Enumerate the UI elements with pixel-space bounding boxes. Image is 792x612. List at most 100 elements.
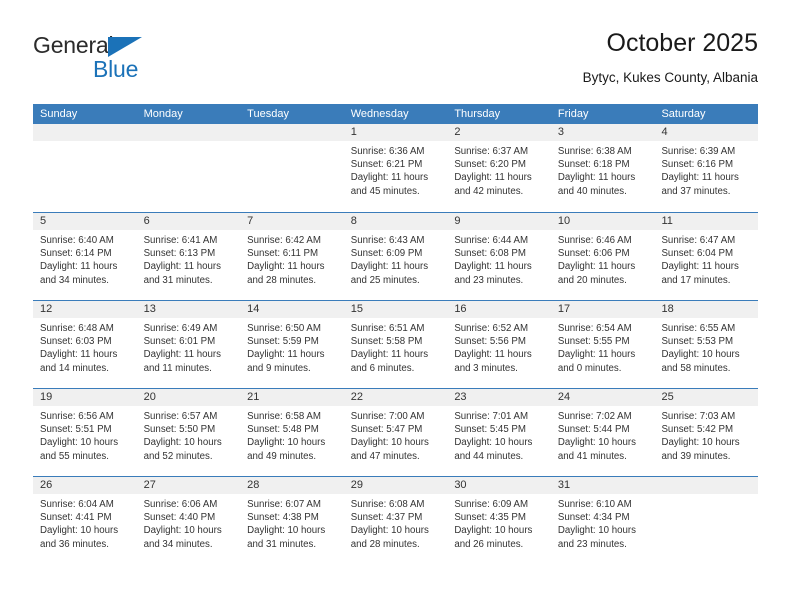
day-cell[interactable]: 22 Sunrise: 7:00 AM Sunset: 5:47 PM Dayl…	[343, 389, 448, 476]
sunrise-text: Sunrise: 6:36 AM	[350, 146, 425, 157]
sunset-text: Sunset: 4:41 PM	[40, 512, 112, 524]
day-number: 18	[654, 301, 759, 318]
day-details: Sunrise: 6:08 AM Sunset: 4:37 PM Dayligh…	[344, 494, 448, 551]
day-cell[interactable]: 26 Sunrise: 6:04 AM Sunset: 4:41 PM Dayl…	[33, 477, 137, 564]
sunset-text: Sunset: 5:59 PM	[247, 336, 319, 348]
daylight-text-line2: and 9 minutes.	[247, 362, 311, 374]
day-cell[interactable]: 5 Sunrise: 6:40 AM Sunset: 6:14 PM Dayli…	[33, 213, 137, 300]
day-details: Sunrise: 6:50 AM Sunset: 5:59 PM Dayligh…	[240, 318, 344, 375]
sunrise-text: Sunrise: 6:08 AM	[350, 499, 425, 510]
day-cell[interactable]: 31 Sunrise: 6:10 AM Sunset: 4:34 PM Dayl…	[550, 477, 655, 564]
daylight-text-line2: and 28 minutes.	[247, 274, 317, 286]
daylight-text-line1: Daylight: 10 hours	[247, 525, 326, 537]
day-details: Sunrise: 6:07 AM Sunset: 4:38 PM Dayligh…	[240, 494, 344, 551]
sunrise-text: Sunrise: 6:58 AM	[247, 411, 321, 422]
day-cell[interactable]: 24 Sunrise: 7:02 AM Sunset: 5:44 PM Dayl…	[550, 389, 655, 476]
day-cell[interactable]: 2 Sunrise: 6:37 AM Sunset: 6:20 PM Dayli…	[447, 124, 551, 212]
day-number: 23	[447, 389, 551, 406]
sunrise-text: Sunrise: 6:44 AM	[454, 235, 529, 246]
sunset-text: Sunset: 6:14 PM	[40, 248, 112, 260]
daylight-text-line1: Daylight: 11 hours	[247, 349, 325, 361]
title-block: October 2025 Bytyc, Kukes County, Albani…	[583, 28, 758, 88]
day-cell[interactable]: 21 Sunrise: 6:58 AM Sunset: 5:48 PM Dayl…	[240, 389, 344, 476]
day-details: Sunrise: 7:01 AM Sunset: 5:45 PM Dayligh…	[447, 406, 551, 463]
day-cell[interactable]: 9 Sunrise: 6:44 AM Sunset: 6:08 PM Dayli…	[447, 213, 551, 300]
day-number: 2	[447, 124, 551, 141]
daylight-text-line1: Daylight: 11 hours	[557, 172, 636, 184]
logo-triangle-icon	[108, 37, 142, 57]
day-number: 19	[33, 389, 137, 406]
sunrise-text: Sunrise: 6:54 AM	[557, 323, 632, 334]
day-details: Sunrise: 6:56 AM Sunset: 5:51 PM Dayligh…	[33, 406, 137, 463]
day-cell[interactable]: 28 Sunrise: 6:07 AM Sunset: 4:38 PM Dayl…	[240, 477, 344, 564]
day-number: 31	[550, 477, 655, 494]
daylight-text-line2: and 28 minutes.	[350, 538, 420, 550]
day-cell[interactable]: 1 Sunrise: 6:36 AM Sunset: 6:21 PM Dayli…	[343, 124, 448, 212]
day-cell[interactable]: 17 Sunrise: 6:54 AM Sunset: 5:55 PM Dayl…	[550, 301, 655, 388]
sunrise-text: Sunrise: 6:57 AM	[143, 411, 218, 422]
day-number: 6	[136, 213, 241, 230]
calendar-page: General Blue October 2025 Bytyc, Kukes C…	[0, 0, 792, 612]
day-cell[interactable]: 3 Sunrise: 6:38 AM Sunset: 6:18 PM Dayli…	[550, 124, 655, 212]
day-cell[interactable]: 4 Sunrise: 6:39 AM Sunset: 6:16 PM Dayli…	[654, 124, 759, 212]
sunset-text: Sunset: 6:03 PM	[40, 336, 112, 348]
day-details: Sunrise: 7:03 AM Sunset: 5:42 PM Dayligh…	[654, 406, 758, 463]
sunset-text: Sunset: 6:06 PM	[557, 248, 630, 260]
daylight-text-line1: Daylight: 11 hours	[454, 172, 532, 184]
sunset-text: Sunset: 6:04 PM	[661, 248, 734, 260]
day-cell[interactable]: 25 Sunrise: 7:03 AM Sunset: 5:42 PM Dayl…	[654, 389, 759, 476]
day-details: Sunrise: 6:54 AM Sunset: 5:55 PM Dayligh…	[551, 318, 655, 375]
day-cell[interactable]	[654, 477, 759, 564]
sunrise-text: Sunrise: 6:48 AM	[40, 323, 114, 334]
day-cell[interactable]: 23 Sunrise: 7:01 AM Sunset: 5:45 PM Dayl…	[447, 389, 551, 476]
day-number: 4	[654, 124, 759, 141]
daylight-text-line1: Daylight: 11 hours	[40, 349, 118, 361]
daylight-text-line2: and 3 minutes.	[454, 362, 518, 374]
sunset-text: Sunset: 5:48 PM	[247, 424, 319, 436]
day-number: 22	[343, 389, 448, 406]
day-cell[interactable]: 19 Sunrise: 6:56 AM Sunset: 5:51 PM Dayl…	[33, 389, 137, 476]
sunrise-text: Sunrise: 6:41 AM	[143, 235, 218, 246]
day-cell[interactable]: 6 Sunrise: 6:41 AM Sunset: 6:13 PM Dayli…	[136, 213, 241, 300]
weekday-header-sunday: Sunday	[40, 108, 78, 120]
daylight-text-line1: Daylight: 10 hours	[350, 525, 429, 537]
daylight-text-line2: and 37 minutes.	[661, 185, 731, 197]
sunrise-text: Sunrise: 6:55 AM	[661, 323, 736, 334]
daylight-text-line1: Daylight: 11 hours	[557, 349, 636, 361]
day-number: 30	[447, 477, 551, 494]
day-cell[interactable]	[240, 124, 344, 212]
sunset-text: Sunset: 5:45 PM	[454, 424, 526, 436]
day-details: Sunrise: 6:43 AM Sunset: 6:09 PM Dayligh…	[344, 230, 448, 287]
sunrise-text: Sunrise: 6:37 AM	[454, 146, 529, 157]
day-details: Sunrise: 6:52 AM Sunset: 5:56 PM Dayligh…	[447, 318, 551, 375]
day-cell[interactable]: 11 Sunrise: 6:47 AM Sunset: 6:04 PM Dayl…	[654, 213, 759, 300]
day-number: 20	[136, 389, 241, 406]
daylight-text-line1: Daylight: 10 hours	[661, 437, 740, 449]
day-cell[interactable]: 16 Sunrise: 6:52 AM Sunset: 5:56 PM Dayl…	[447, 301, 551, 388]
day-cell[interactable]: 27 Sunrise: 6:06 AM Sunset: 4:40 PM Dayl…	[136, 477, 241, 564]
day-cell[interactable]	[136, 124, 241, 212]
sunrise-text: Sunrise: 6:49 AM	[143, 323, 218, 334]
sunrise-text: Sunrise: 7:02 AM	[557, 411, 632, 422]
day-cell[interactable]: 13 Sunrise: 6:49 AM Sunset: 6:01 PM Dayl…	[136, 301, 241, 388]
day-number: 8	[343, 213, 448, 230]
sunrise-text: Sunrise: 6:09 AM	[454, 499, 529, 510]
day-cell[interactable]: 14 Sunrise: 6:50 AM Sunset: 5:59 PM Dayl…	[240, 301, 344, 388]
day-cell[interactable]: 10 Sunrise: 6:46 AM Sunset: 6:06 PM Dayl…	[550, 213, 655, 300]
day-details: Sunrise: 6:49 AM Sunset: 6:01 PM Dayligh…	[137, 318, 241, 375]
day-details: Sunrise: 7:02 AM Sunset: 5:44 PM Dayligh…	[551, 406, 655, 463]
day-cell[interactable]: 15 Sunrise: 6:51 AM Sunset: 5:58 PM Dayl…	[343, 301, 448, 388]
daylight-text-line1: Daylight: 11 hours	[661, 261, 739, 273]
day-number: 28	[240, 477, 344, 494]
day-cell[interactable]: 8 Sunrise: 6:43 AM Sunset: 6:09 PM Dayli…	[343, 213, 448, 300]
day-cell[interactable]: 20 Sunrise: 6:57 AM Sunset: 5:50 PM Dayl…	[136, 389, 241, 476]
day-cell[interactable]: 12 Sunrise: 6:48 AM Sunset: 6:03 PM Dayl…	[33, 301, 137, 388]
day-details	[137, 141, 241, 145]
day-cell[interactable]: 7 Sunrise: 6:42 AM Sunset: 6:11 PM Dayli…	[240, 213, 344, 300]
day-cell[interactable]	[33, 124, 137, 212]
day-cell[interactable]: 18 Sunrise: 6:55 AM Sunset: 5:53 PM Dayl…	[654, 301, 759, 388]
sunset-text: Sunset: 4:34 PM	[557, 512, 630, 524]
day-cell[interactable]: 29 Sunrise: 6:08 AM Sunset: 4:37 PM Dayl…	[343, 477, 448, 564]
day-cell[interactable]: 30 Sunrise: 6:09 AM Sunset: 4:35 PM Dayl…	[447, 477, 551, 564]
day-number: 15	[343, 301, 448, 318]
